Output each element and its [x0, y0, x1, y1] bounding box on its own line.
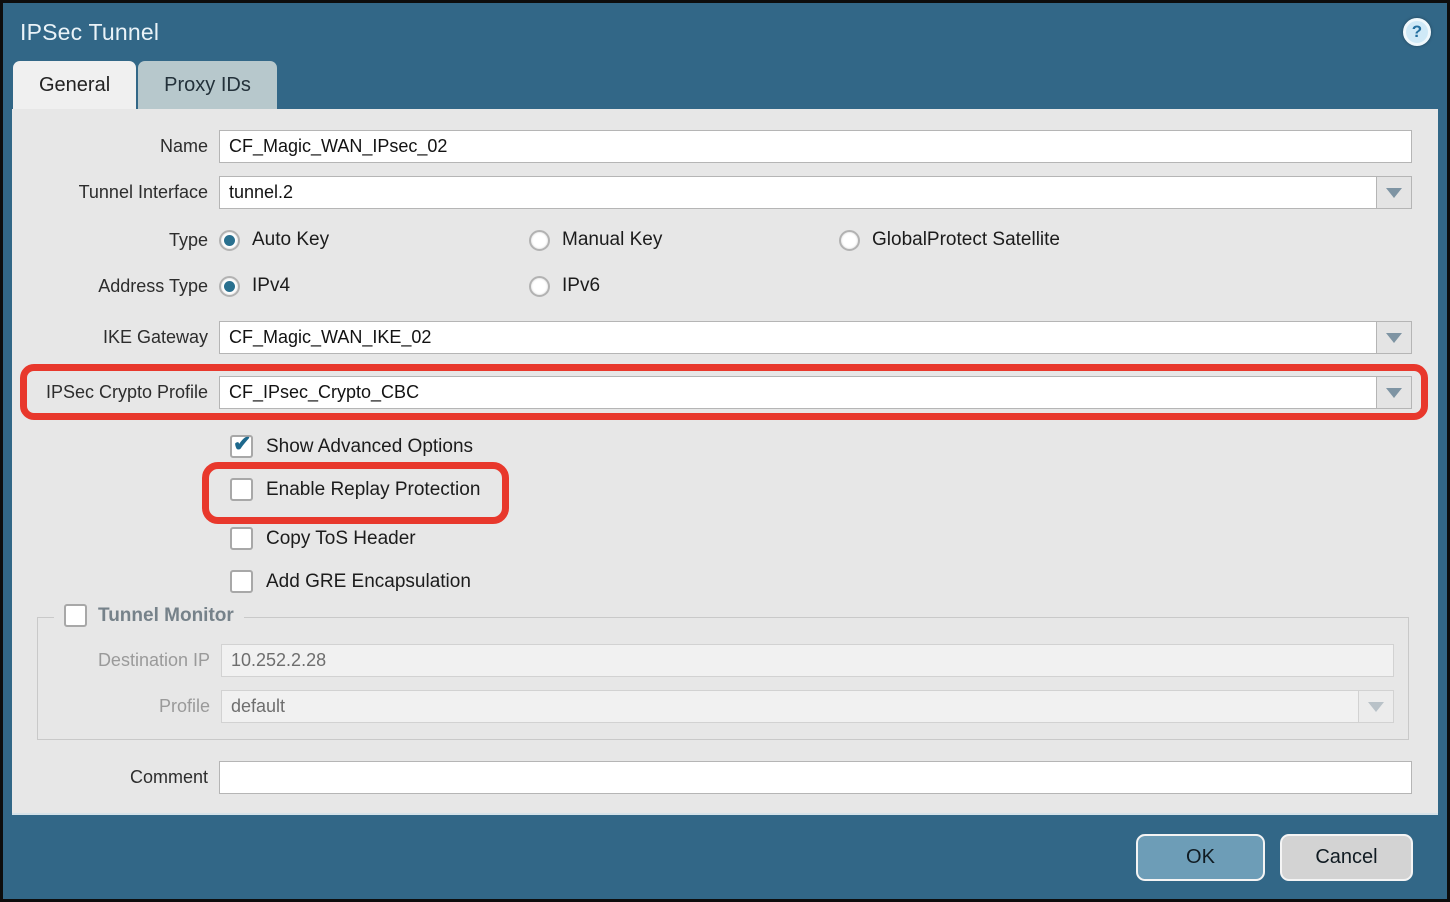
general-tab-panel: Name Tunnel Interface Type: [12, 109, 1438, 815]
name-row: Name: [12, 130, 1438, 163]
copy-tos-header-label: Copy ToS Header: [266, 528, 416, 550]
tunnel-interface-input[interactable]: [219, 176, 1376, 209]
ipsec-crypto-profile-row: IPSec Crypto Profile: [12, 376, 1438, 409]
profile-dropdown-button: [1358, 690, 1394, 723]
tab-proxy-ids[interactable]: Proxy IDs: [138, 61, 277, 109]
tab-bar: General Proxy IDs: [3, 61, 1447, 109]
tunnel-monitor-checkbox[interactable]: [64, 604, 87, 627]
copy-tos-header-row: Copy ToS Header: [230, 527, 1438, 550]
ike-gateway-row: IKE Gateway: [12, 321, 1438, 354]
destination-ip-label: Destination IP: [38, 650, 221, 671]
chevron-down-icon: [1386, 188, 1402, 198]
destination-ip-input: [221, 644, 1394, 677]
radio-globalprotect-satellite-label: GlobalProtect Satellite: [872, 229, 1060, 251]
chevron-down-icon: [1386, 388, 1402, 398]
ike-gateway-dropdown-button[interactable]: [1376, 321, 1412, 354]
show-advanced-options-checkbox[interactable]: [230, 435, 253, 458]
radio-ipv4-label: IPv4: [252, 275, 290, 297]
tunnel-interface-label: Tunnel Interface: [12, 182, 219, 203]
profile-input: [221, 690, 1358, 723]
name-label: Name: [12, 136, 219, 157]
profile-row: Profile: [38, 690, 1400, 723]
tunnel-monitor-label: Tunnel Monitor: [98, 605, 234, 627]
tab-general[interactable]: General: [13, 61, 136, 109]
chevron-down-icon: [1368, 702, 1384, 712]
tab-general-label: General: [39, 74, 110, 97]
ike-gateway-label: IKE Gateway: [12, 327, 219, 348]
radio-selected-icon: [219, 230, 240, 251]
address-type-row: Address Type IPv4 IPv6: [12, 275, 1438, 297]
radio-unselected-icon: [839, 230, 860, 251]
help-icon[interactable]: ?: [1403, 18, 1431, 46]
ike-gateway-input[interactable]: [219, 321, 1376, 354]
type-row: Type Auto Key Manual Key GlobalProtect S…: [12, 229, 1438, 251]
radio-ipv6-label: IPv6: [562, 275, 600, 297]
radio-manual-key-label: Manual Key: [562, 229, 662, 251]
ok-button[interactable]: OK: [1136, 834, 1265, 881]
address-type-label: Address Type: [12, 276, 219, 297]
destination-ip-row: Destination IP: [38, 644, 1400, 677]
radio-unselected-icon: [529, 276, 550, 297]
radio-selected-icon: [219, 276, 240, 297]
type-label: Type: [12, 230, 219, 251]
titlebar: IPSec Tunnel ?: [3, 3, 1447, 61]
tunnel-interface-dropdown-button[interactable]: [1376, 176, 1412, 209]
profile-label: Profile: [38, 696, 221, 717]
name-input[interactable]: [219, 130, 1412, 163]
radio-manual-key[interactable]: Manual Key: [529, 229, 839, 251]
tab-proxy-ids-label: Proxy IDs: [164, 74, 251, 97]
ipsec-crypto-profile-input[interactable]: [219, 376, 1376, 409]
cancel-button[interactable]: Cancel: [1280, 834, 1413, 881]
chevron-down-icon: [1386, 333, 1402, 343]
radio-ipv4[interactable]: IPv4: [219, 275, 529, 297]
tunnel-monitor-groupbox: Tunnel Monitor Destination IP Profile: [37, 617, 1409, 740]
add-gre-encapsulation-checkbox[interactable]: [230, 570, 253, 593]
comment-input[interactable]: [219, 761, 1412, 794]
show-advanced-options-label: Show Advanced Options: [266, 436, 473, 458]
radio-globalprotect-satellite[interactable]: GlobalProtect Satellite: [839, 229, 1060, 251]
tunnel-monitor-legend: Tunnel Monitor: [54, 604, 244, 627]
comment-row: Comment: [12, 761, 1438, 794]
add-gre-encapsulation-label: Add GRE Encapsulation: [266, 571, 471, 593]
show-advanced-options-row: Show Advanced Options: [230, 435, 1438, 458]
ipsec-crypto-profile-label: IPSec Crypto Profile: [12, 382, 219, 403]
enable-replay-protection-checkbox[interactable]: [230, 478, 253, 501]
dialog-title: IPSec Tunnel: [20, 19, 159, 46]
radio-auto-key[interactable]: Auto Key: [219, 229, 529, 251]
ipsec-crypto-profile-dropdown-button[interactable]: [1376, 376, 1412, 409]
enable-replay-protection-label: Enable Replay Protection: [266, 479, 480, 501]
tunnel-interface-row: Tunnel Interface: [12, 176, 1438, 209]
add-gre-encapsulation-row: Add GRE Encapsulation: [230, 570, 1438, 593]
radio-ipv6[interactable]: IPv6: [529, 275, 600, 297]
copy-tos-header-checkbox[interactable]: [230, 527, 253, 550]
radio-unselected-icon: [529, 230, 550, 251]
ipsec-tunnel-dialog: IPSec Tunnel ? General Proxy IDs Name Tu…: [0, 0, 1450, 902]
dialog-footer: OK Cancel: [3, 815, 1447, 899]
enable-replay-protection-row: Enable Replay Protection: [230, 478, 1438, 501]
comment-label: Comment: [12, 767, 219, 788]
radio-auto-key-label: Auto Key: [252, 229, 329, 251]
